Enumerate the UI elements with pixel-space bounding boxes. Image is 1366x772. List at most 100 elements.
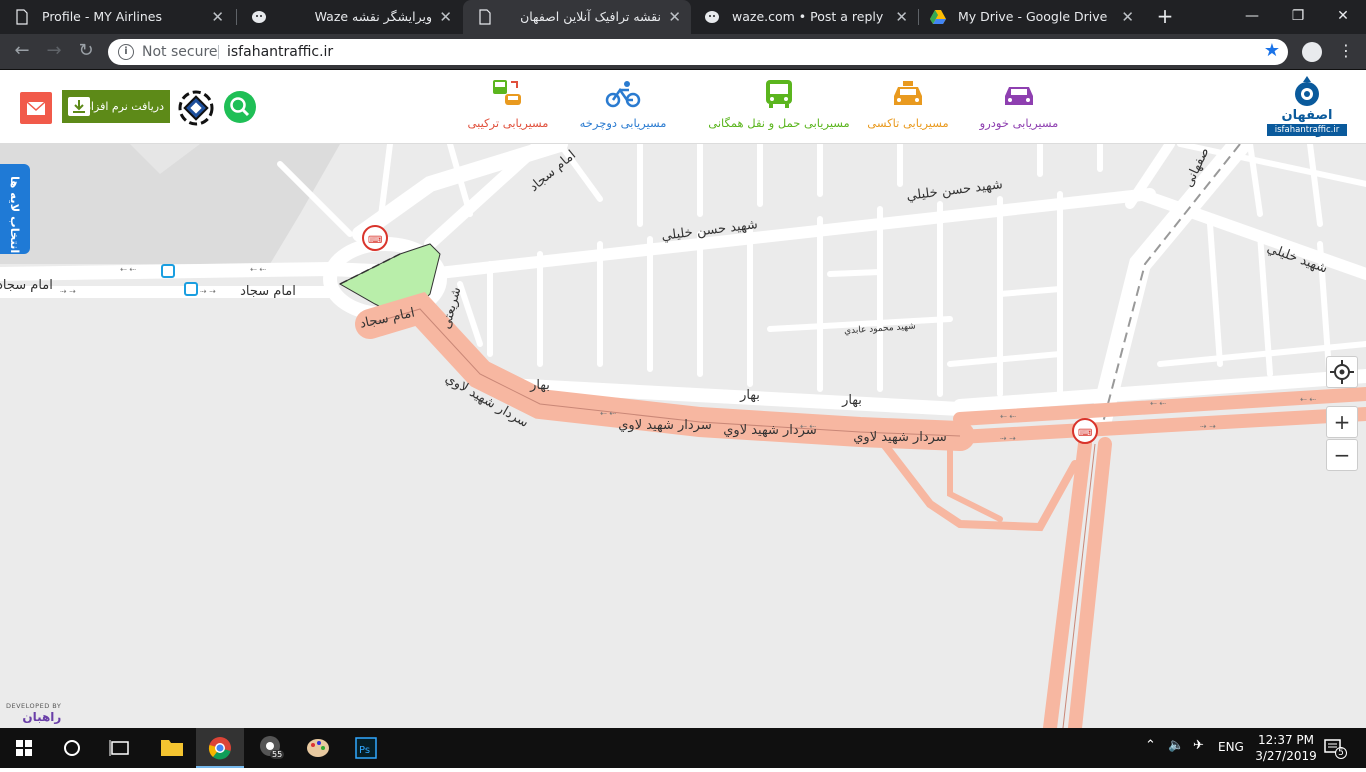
locate-me-button[interactable] [1326, 356, 1358, 388]
svg-text:⌨: ⌨ [368, 235, 382, 246]
menu-icon[interactable]: ⋮ [1336, 40, 1356, 64]
forward-button[interactable]: → [42, 40, 66, 64]
tab-isfahan-traffic[interactable]: نقشه ترافیک آنلاین اصفهان ✕ [463, 0, 691, 34]
profile-avatar[interactable] [1302, 42, 1322, 62]
tab-google-drive[interactable]: My Drive - Google Drive ✕ [916, 0, 1144, 34]
street-label: امام سجاد [0, 278, 53, 293]
maximize-button[interactable]: ❐ [1275, 0, 1321, 34]
street-label: امام سجاد [240, 284, 296, 299]
street-label: بهار [841, 393, 862, 408]
document-icon [479, 9, 491, 25]
download-app-button[interactable]: دریافت نرم افزار [62, 90, 170, 123]
minimize-button[interactable]: — [1229, 0, 1275, 34]
bookmark-star-icon[interactable]: ★ [1264, 40, 1280, 61]
search-icon [230, 97, 250, 117]
notification-count: 5 [1335, 747, 1347, 759]
tab-waze-post-reply[interactable]: waze.com • Post a reply ✕ [690, 0, 918, 34]
street-label: سردار شهید لاوي [723, 423, 817, 438]
svg-text:⇠ ⇠: ⇠ ⇠ [1150, 399, 1166, 408]
zoom-out-button[interactable]: − [1326, 439, 1358, 471]
layers-toggle-button[interactable]: انتخاب لایه ها [0, 164, 30, 254]
svg-text:⇠ ⇠: ⇠ ⇠ [1000, 412, 1016, 421]
start-button[interactable] [0, 728, 48, 768]
bicycle-icon [605, 81, 641, 108]
close-icon[interactable]: ✕ [895, 0, 908, 34]
window-close-button[interactable]: ✕ [1320, 0, 1366, 34]
task-view-button[interactable] [96, 728, 144, 768]
address-bar[interactable]: i Not secure isfahantraffic.ir ★ [108, 39, 1288, 65]
action-center-button[interactable]: 5 [1322, 736, 1347, 760]
new-tab-button[interactable]: + [1156, 0, 1174, 34]
language-indicator[interactable]: ENG [1218, 740, 1244, 754]
svg-text:⇠ ⇠: ⇠ ⇠ [250, 265, 266, 274]
street-label: بهار [529, 378, 550, 393]
car-icon [1005, 87, 1033, 105]
back-button[interactable]: ← [10, 40, 34, 64]
svg-text:Ps: Ps [359, 745, 370, 756]
waze-icon [252, 11, 266, 23]
url-text[interactable]: isfahantraffic.ir [227, 39, 333, 65]
svg-text:⇠ ⇠: ⇠ ⇠ [120, 265, 136, 274]
svg-text:⇠ ⇠: ⇠ ⇠ [1300, 395, 1316, 404]
security-label: Not secure [142, 44, 218, 60]
svg-text:⇢ ⇢: ⇢ ⇢ [200, 287, 216, 296]
traffic-sensor-icon[interactable] [178, 90, 214, 126]
bus-icon [766, 80, 792, 108]
route-car[interactable]: مسیریابی خودرو [924, 78, 1114, 130]
svg-text:⇢ ⇢: ⇢ ⇢ [1200, 422, 1216, 431]
street-label: بهار [739, 388, 760, 403]
close-icon[interactable]: ✕ [211, 0, 224, 34]
omnibox-divider [218, 45, 219, 59]
svg-text:⇢ ⇢: ⇢ ⇢ [1000, 434, 1016, 443]
document-icon [16, 9, 28, 25]
combined-route-icon [493, 80, 521, 105]
taskbar-file-explorer[interactable] [148, 728, 196, 768]
site-header: دریافت نرم افزار مسیریابی ترکیبی مسیریاب… [0, 70, 1366, 144]
site-logo[interactable]: اصفهان ترافیک isfahantraffic.ir [1265, 76, 1349, 138]
volume-icon[interactable]: 🔈 [1168, 738, 1184, 753]
svg-text:⇠ ⇠: ⇠ ⇠ [600, 409, 616, 418]
map-pin-icon [260, 736, 280, 756]
crosshair-icon [1330, 360, 1354, 384]
traffic-map[interactable]: ⇠ ⇠ ⇠ ⇠ ⇢ ⇢ ⇢ ⇢ ⇠ ⇠ ⇠ ⇠ ⇠ ⇠ ⇠ ⇠ ⇠ ⇠ ⇢ ⇢ ⇢ ⇢ ⌨ … [0, 144, 1366, 728]
chrome-icon [208, 737, 231, 760]
close-icon[interactable]: ✕ [439, 0, 452, 34]
search-button[interactable] [224, 91, 256, 123]
taskbar-maps-app[interactable]: 55 [246, 728, 294, 768]
system-clock[interactable]: 12:37 PM 3/27/2019 [1252, 732, 1320, 764]
svg-text:⇢ ⇢: ⇢ ⇢ [60, 287, 76, 296]
reload-button[interactable]: ↻ [74, 40, 98, 64]
mail-button[interactable] [20, 92, 52, 124]
cortana-button[interactable] [48, 728, 96, 768]
folder-icon [161, 740, 183, 756]
photoshop-icon: Ps [355, 737, 377, 759]
google-drive-icon [930, 10, 946, 24]
taskbar-paint[interactable] [294, 728, 342, 768]
close-icon[interactable]: ✕ [668, 0, 681, 34]
close-icon[interactable]: ✕ [1121, 0, 1134, 34]
tab-profile-my-airlines[interactable]: Profile - MY Airlines ✕ [0, 0, 234, 34]
browser-tab-strip: Profile - MY Airlines ✕ ویرایشگر نقشه Wa… [0, 0, 1366, 34]
chevron-up-icon[interactable]: ⌃ [1145, 738, 1156, 753]
taskbar-chrome[interactable] [196, 728, 244, 768]
logo-emblem-icon [1295, 76, 1319, 106]
network-icon[interactable]: ✈ [1193, 738, 1204, 753]
tab-waze-editor[interactable]: ویرایشگر نقشه Waze ✕ [237, 0, 462, 34]
waze-icon [705, 11, 719, 23]
notification-badge: 55 [270, 750, 285, 759]
taxi-icon [894, 81, 922, 105]
info-icon[interactable]: i [118, 44, 134, 60]
street-label: سردار شهید لاوي [618, 418, 712, 433]
zoom-in-button[interactable]: + [1326, 406, 1358, 438]
circle-search-icon [64, 740, 80, 756]
taskbar-photoshop[interactable]: Ps [342, 728, 390, 768]
windows-logo-icon [16, 740, 32, 756]
svg-text:⌨: ⌨ [1078, 428, 1092, 439]
windows-taskbar: 55 Ps ⌃ 🔈 ✈ ENG 12:37 PM 3/27/2019 5 [0, 728, 1366, 768]
street-label: سردار شهید لاوي [853, 430, 947, 445]
map-canvas[interactable]: ⇠ ⇠ ⇠ ⇠ ⇢ ⇢ ⇢ ⇢ ⇠ ⇠⇠ ⇠ ⇠ ⇠⇠ ⇠ ⇠ ⇠ ⇢ ⇢⇢ ⇢ ⌨ … [0, 144, 1366, 728]
envelope-icon [26, 101, 46, 115]
browser-toolbar: ← → ↻ i Not secure isfahantraffic.ir ★ ⋮ [0, 34, 1366, 70]
developer-credit[interactable]: DEVELOPED BY راهبان [6, 702, 61, 724]
task-view-icon [109, 740, 129, 756]
